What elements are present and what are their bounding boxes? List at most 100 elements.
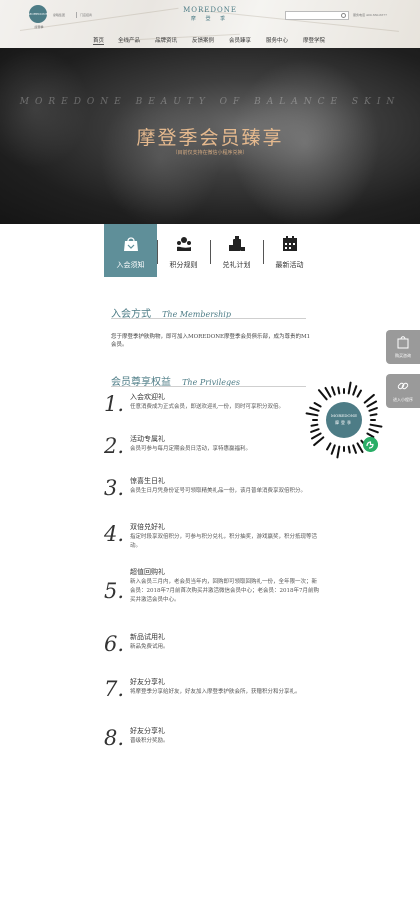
- tab-label: 兑礼计划: [222, 261, 251, 269]
- privilege-title: 双倍兑好礼: [130, 523, 165, 531]
- privilege-desc: 将摩登季分享给好友，好友加入摩登季护肤会所，获赠积分和分享礼。: [130, 689, 301, 695]
- hero-title: 摩登季会员臻享: [136, 127, 284, 149]
- section-divider: [111, 386, 306, 387]
- qr-ray: [369, 413, 378, 417]
- nav-item-cases[interactable]: 反馈案例: [192, 36, 214, 44]
- privilege-item: 3. 惊喜生日礼 会员生日月凭身份证号可领取精美礼品一份，该月普单消费享双倍积分…: [104, 476, 319, 512]
- privilege-item: 4. 双倍兑好礼 指定时段享双倍积分，可参与积分兑礼，积分抽奖，游戏赢奖，积分抵…: [104, 522, 319, 558]
- qr-ray: [347, 381, 352, 395]
- site-header: MOREDONE 摩登季 摩曦集团 门店招商 MOREDONE 摩 登 季 服务…: [0, 0, 420, 48]
- nav-item-news[interactable]: 品牌资讯: [155, 36, 177, 44]
- tab-latest-events[interactable]: 最新活动: [263, 224, 316, 277]
- privilege-item: 8. 好友分享礼 晋级积分奖励。: [104, 726, 319, 754]
- qr-ray: [343, 388, 345, 394]
- qr-ray: [368, 406, 379, 413]
- privilege-number: 3.: [104, 476, 125, 500]
- coins-hand-icon: [177, 237, 191, 251]
- qr-ray: [370, 419, 376, 421]
- group-link[interactable]: 摩曦集团: [53, 13, 65, 17]
- nav-item-products[interactable]: 全线产品: [118, 36, 140, 44]
- mini-program-button[interactable]: 进入小程序: [386, 374, 420, 408]
- nav-item-service[interactable]: 服务中心: [266, 36, 288, 44]
- qr-ray: [313, 401, 322, 408]
- shopping-bag-icon: [397, 336, 409, 349]
- purchase-consult-button[interactable]: 购买咨询: [386, 330, 420, 364]
- brand-cn: 摩 登 季: [190, 16, 230, 22]
- calendar-icon: [283, 236, 297, 251]
- privilege-item: 2. 活动专属礼 会员可参与每月定期会员日活动，享特惠赢福利。: [104, 434, 319, 464]
- membership-text: 您于摩登季护肤购物，即可加入MOREDONE摩登季会员俱乐部，成为尊贵的M1会员…: [111, 334, 311, 348]
- header-divider: [76, 12, 77, 18]
- tab-label: 最新活动: [275, 261, 304, 269]
- qr-ray: [337, 386, 341, 395]
- search-input[interactable]: [285, 11, 349, 20]
- privilege-item: 6. 新品试用礼 新品免费试用。: [104, 632, 319, 660]
- qr-ray: [343, 446, 345, 452]
- tab-label: 积分规则: [169, 261, 198, 269]
- hero-watermark: MOREDONE BEAUTY OF BALANCE SKIN: [19, 97, 401, 107]
- member-tabs: 入会须知 积分规则 兑礼计划 最新活动: [104, 224, 316, 277]
- privilege-number: 7.: [104, 677, 125, 701]
- qr-ray: [305, 412, 319, 417]
- brand-en: MOREDONE: [183, 6, 237, 14]
- tab-points-rules[interactable]: 积分规则: [157, 224, 210, 277]
- logo-text: MOREDONE: [28, 12, 48, 16]
- qr-ray: [308, 406, 320, 413]
- privilege-title: 入会欢迎礼: [130, 393, 165, 401]
- privilege-desc: 新品免费试用。: [130, 644, 169, 650]
- privilege-number: 4.: [104, 522, 125, 546]
- privilege-title: 好友分享礼: [130, 678, 165, 686]
- wechat-icon: [363, 437, 378, 452]
- nav-item-home[interactable]: 首页: [93, 36, 105, 45]
- franchise-link[interactable]: 门店招商: [80, 13, 92, 17]
- privilege-title: 好友分享礼: [130, 727, 165, 735]
- service-phone: 服务电话 400-660-6677: [353, 13, 388, 17]
- qr-ray: [312, 419, 318, 421]
- qr-ray: [330, 385, 337, 396]
- privilege-desc: 指定时段享双倍积分，可参与积分兑礼，积分抽奖，游戏赢奖，积分抵现等活动。: [130, 534, 318, 549]
- logo-sub: 摩登季: [34, 25, 44, 29]
- privilege-number: 5.: [104, 579, 125, 603]
- privilege-title: 活动专属礼: [130, 435, 165, 443]
- nav-item-academy[interactable]: 摩登学院: [303, 36, 325, 44]
- float-label: 购买咨询: [395, 353, 411, 358]
- qr-ray: [336, 445, 341, 459]
- privilege-item: 7. 好友分享礼 将摩登季分享给好友，好友加入摩登季护肤会所，获赠积分和分享礼。: [104, 677, 319, 713]
- tab-gift-plan[interactable]: 兑礼计划: [210, 224, 263, 277]
- hero-subtitle: （目前仅支持在微信小程序兑换）: [172, 150, 248, 156]
- brand-logo[interactable]: MOREDONE 摩 登 季: [180, 6, 240, 22]
- qr-logo: MOREDONE 摩登季: [326, 402, 362, 438]
- shopping-bag-icon: [124, 237, 138, 251]
- privilege-title: 惊喜生日礼: [130, 477, 165, 485]
- privilege-desc: 任意消费成为正式会员，即送欢迎礼一份，同时可享积分双倍。: [130, 404, 285, 410]
- float-label: 进入小程序: [393, 397, 413, 402]
- qr-ray: [347, 445, 351, 454]
- privilege-item: 5. 超值回购礼 新入会员三月内，老会员当年内，回购即可领取回购礼一份，全年限一…: [104, 567, 319, 623]
- privilege-title: 新品试用礼: [130, 633, 165, 641]
- privilege-number: 1.: [104, 392, 125, 416]
- privilege-title: 超值回购礼: [130, 568, 165, 576]
- search-icon[interactable]: [341, 13, 346, 18]
- qr-logo-en: MOREDONE: [330, 413, 358, 418]
- qr-logo-cn: 摩登季: [335, 420, 353, 425]
- nav-item-membership[interactable]: 会员臻享: [229, 36, 251, 44]
- link-icon: [397, 382, 409, 390]
- privilege-desc: 会员可参与每月定期会员日活动，享特惠赢福利。: [130, 446, 252, 452]
- privilege-item: 1. 入会欢迎礼 任意消费成为正式会员，即送欢迎礼一份，同时可享积分双倍。: [104, 392, 319, 422]
- privilege-number: 8.: [104, 726, 125, 750]
- tab-label: 入会须知: [116, 261, 145, 269]
- privilege-desc: 新入会员三月内，老会员当年内，回购即可领取回购礼一份，全年限一次；新会员：201…: [130, 579, 319, 603]
- main-nav: 首页 全线产品 品牌资讯 反馈案例 会员臻享 服务中心 摩登学院: [0, 33, 420, 48]
- privilege-number: 6.: [104, 632, 125, 656]
- mini-program-code: MOREDONE 摩登季: [302, 378, 386, 462]
- privilege-desc: 晋级积分奖励。: [130, 738, 169, 744]
- tab-join-guide[interactable]: 入会须知: [104, 224, 157, 277]
- qr-ray: [369, 423, 383, 428]
- logo[interactable]: MOREDONE: [28, 5, 48, 23]
- privilege-desc: 会员生日月凭身份证号可领取精美礼品一份，该月普单消费享双倍积分。: [130, 488, 307, 494]
- hero-banner: MOREDONE BEAUTY OF BALANCE SKIN 摩登季会员臻享 …: [0, 48, 420, 224]
- qr-ray: [330, 444, 337, 456]
- privilege-number: 2.: [104, 434, 125, 458]
- qr-ray: [310, 423, 319, 427]
- gift-bottle-icon: [229, 236, 245, 251]
